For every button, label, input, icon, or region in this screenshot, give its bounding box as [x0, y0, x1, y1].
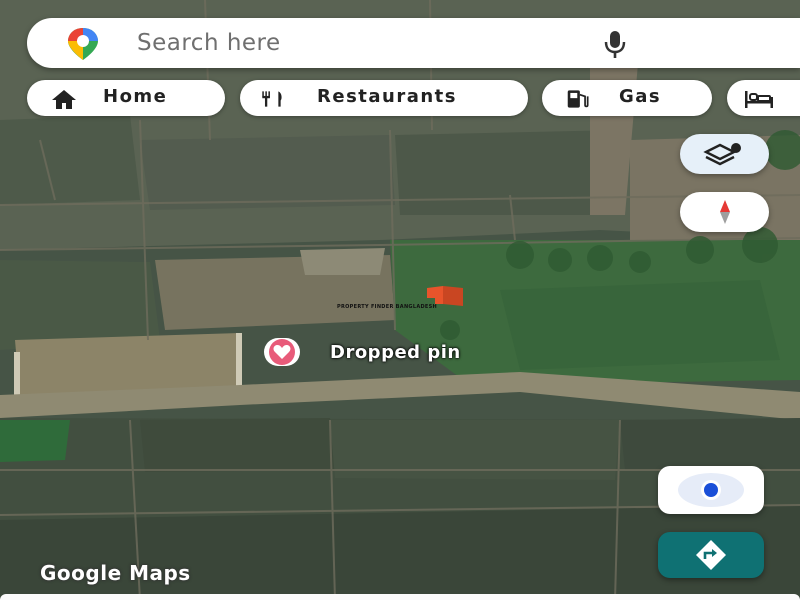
layers-button[interactable]	[680, 134, 769, 174]
directions-icon	[696, 540, 726, 570]
compass-button[interactable]	[680, 192, 769, 232]
google-maps-attribution: Google Maps	[40, 561, 191, 585]
chip-label: Gas	[619, 86, 662, 107]
compass-icon	[720, 200, 730, 224]
google-maps-logo-icon	[68, 28, 98, 60]
bottom-sheet-handle[interactable]	[0, 594, 800, 600]
search-placeholder: Search here	[137, 30, 281, 56]
chip-label: Home	[103, 86, 168, 107]
hotel-icon	[745, 91, 773, 108]
microphone-icon[interactable]	[595, 28, 635, 62]
restaurant-icon	[262, 91, 282, 107]
heart-pin-icon	[269, 339, 295, 365]
my-location-icon	[678, 473, 744, 507]
overlay-logo-text: PROPERTY FINDER BANGLADESH	[337, 304, 438, 310]
home-icon	[52, 90, 76, 109]
my-location-button[interactable]	[658, 466, 764, 514]
dropped-pin-marker[interactable]	[264, 338, 300, 366]
directions-button[interactable]	[658, 532, 764, 578]
search-bar[interactable]: Search here	[27, 18, 800, 68]
chip-gas[interactable]: Gas	[542, 80, 712, 116]
gas-station-icon	[567, 90, 589, 108]
search-fade	[720, 18, 800, 68]
dropped-pin-label[interactable]: Dropped pin	[330, 342, 461, 363]
layers-icon	[703, 143, 741, 166]
chip-restaurants[interactable]: Restaurants	[240, 80, 528, 116]
chip-label: Restaurants	[317, 86, 458, 107]
chip-home[interactable]: Home	[27, 80, 225, 116]
chip-hotels[interactable]	[727, 80, 800, 116]
